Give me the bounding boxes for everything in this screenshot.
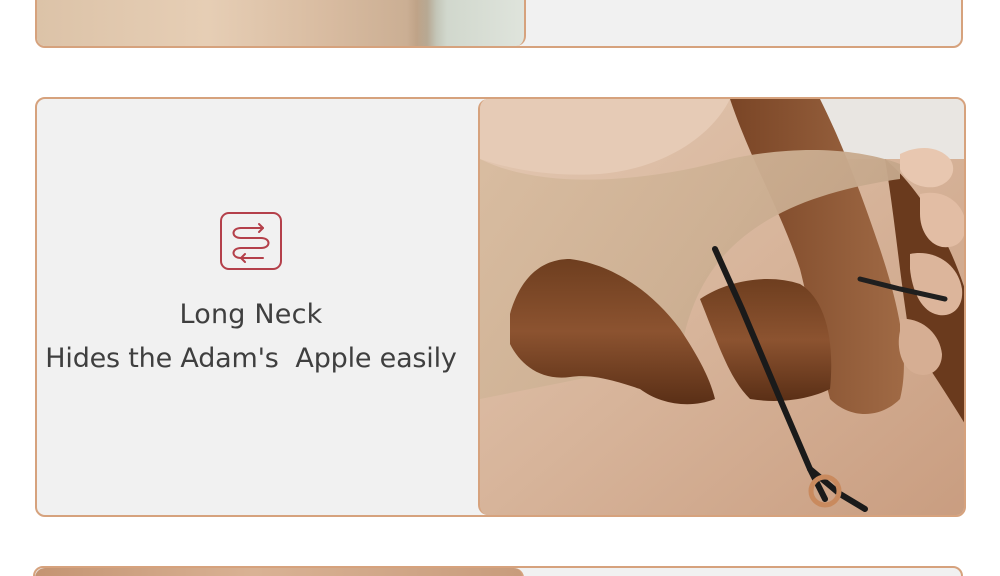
product-photo-previous (37, 0, 526, 46)
feature-title: Long Neck (179, 299, 323, 330)
feature-card-previous (35, 0, 963, 48)
feature-text-panel: Long Neck Hides the Adam's Apple easily (37, 99, 478, 515)
feature-card-next (33, 566, 963, 576)
product-photo-next (35, 568, 524, 576)
feature-subtitle: Hides the Adam's Apple easily (45, 343, 457, 374)
product-detail-page: Long Neck Hides the Adam's Apple easily (0, 0, 1000, 576)
product-photo-neck-stretch (478, 99, 964, 515)
stretch-arrows-icon (219, 211, 283, 271)
feature-card-long-neck: Long Neck Hides the Adam's Apple easily (35, 97, 966, 517)
